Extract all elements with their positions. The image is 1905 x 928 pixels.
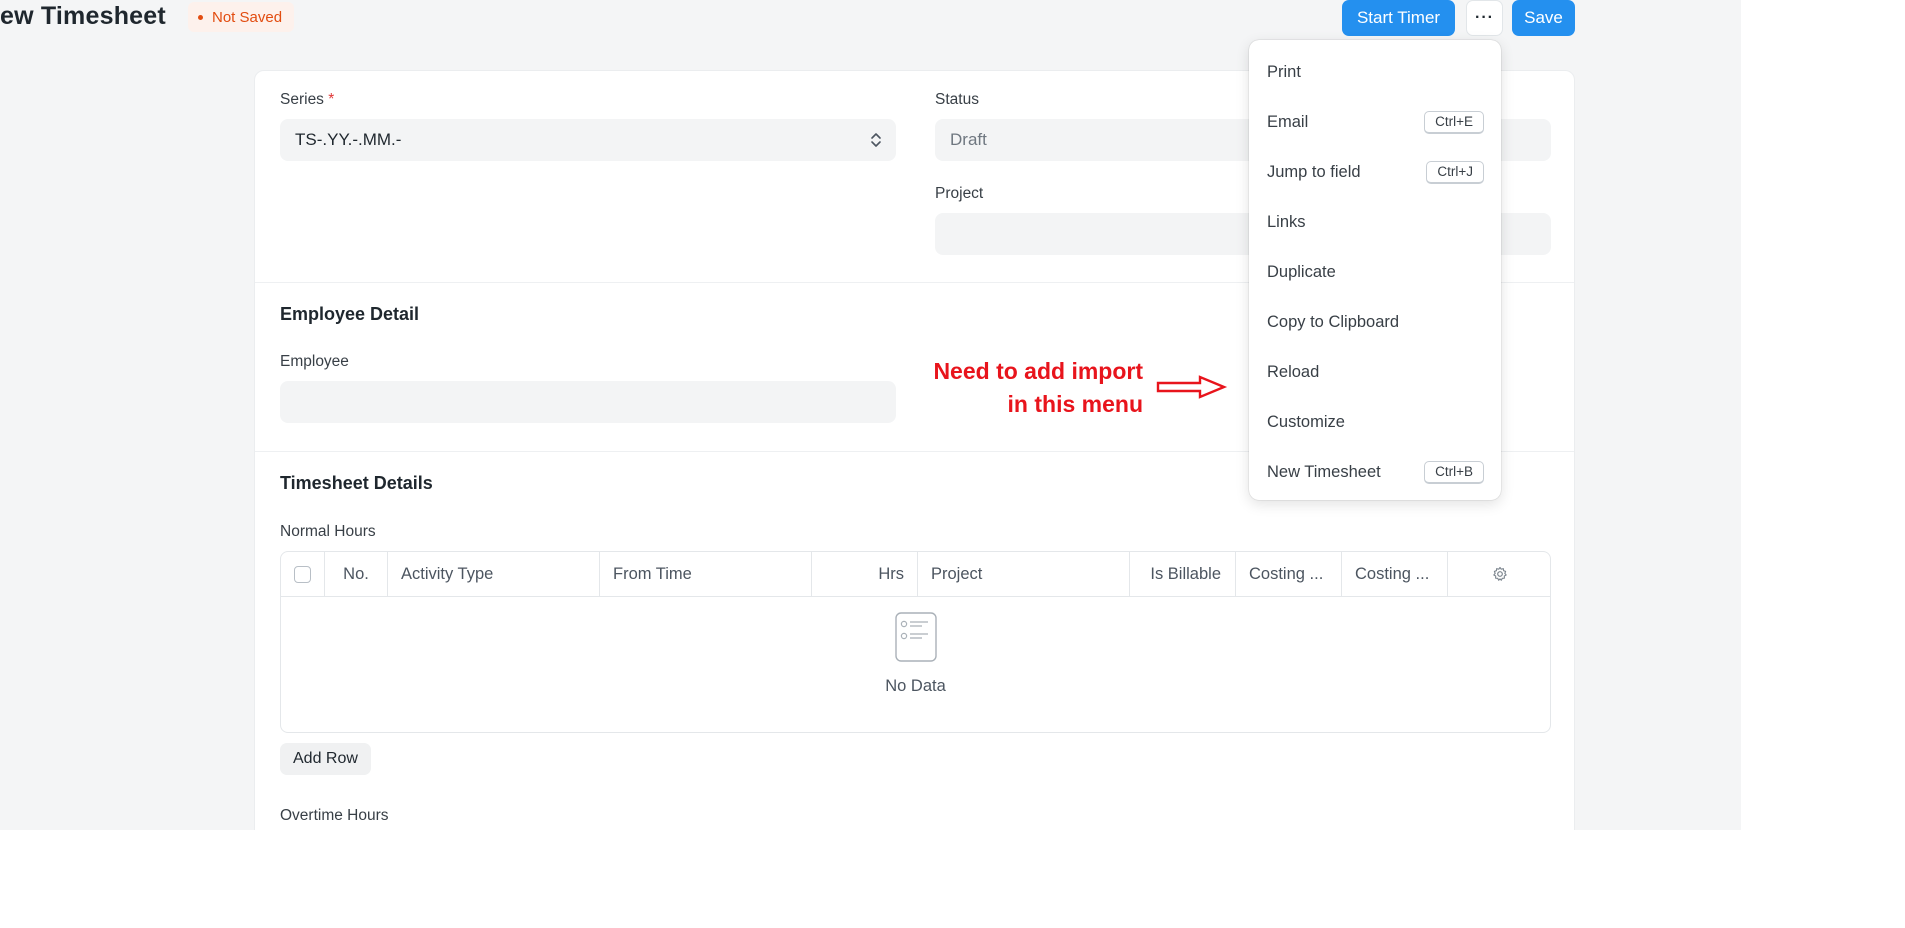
menu-item-reload[interactable]: Reload	[1249, 352, 1501, 392]
page-title: ew Timesheet	[0, 2, 166, 30]
column-header-activity-type: Activity Type	[401, 564, 494, 583]
menu-item-new-timesheet[interactable]: New Timesheet Ctrl+B	[1249, 452, 1501, 492]
column-header-hrs: Hrs	[878, 564, 904, 583]
gear-icon[interactable]	[1492, 566, 1508, 582]
annotation-line-1: Need to add import	[933, 358, 1143, 384]
menu-item-print[interactable]: Print	[1249, 52, 1501, 92]
annotation-note: Need to add import in this menu	[908, 355, 1143, 421]
menu-item-copy-to-clipboard[interactable]: Copy to Clipboard	[1249, 302, 1501, 342]
menu-item-label: Customize	[1267, 412, 1345, 431]
app-window: ew Timesheet Not Saved Start Timer ··· S…	[0, 0, 1741, 830]
menu-item-links[interactable]: Links	[1249, 202, 1501, 242]
status-value: Draft	[950, 130, 987, 149]
column-header-is-billable: Is Billable	[1150, 564, 1221, 583]
no-data-text: No Data	[885, 677, 946, 695]
add-row-button[interactable]: Add Row	[280, 743, 371, 775]
status-label: Status	[935, 91, 979, 108]
menu-item-label: Links	[1267, 212, 1306, 231]
menu-item-label: Jump to field	[1267, 162, 1361, 181]
menu-item-label: Copy to Clipboard	[1267, 312, 1400, 331]
series-value: TS-.YY.-.MM.-	[295, 130, 402, 149]
menu-item-label: Reload	[1267, 362, 1320, 381]
menu-item-email[interactable]: Email Ctrl+E	[1249, 102, 1501, 142]
normal-hours-table: No. Activity Type From Time Hrs Project …	[280, 551, 1551, 733]
project-label: Project	[935, 185, 984, 202]
more-actions-button[interactable]: ···	[1466, 0, 1503, 36]
more-actions-menu: Print Email Ctrl+E Jump to field Ctrl+J …	[1249, 40, 1501, 500]
series-select[interactable]: TS-.YY.-.MM.-	[280, 119, 896, 161]
save-button[interactable]: Save	[1512, 0, 1575, 36]
menu-item-label: Duplicate	[1267, 262, 1336, 281]
timesheet-section-title: Timesheet Details	[280, 473, 433, 493]
annotation-arrow-icon	[1156, 375, 1228, 399]
series-label: Series *	[280, 91, 335, 108]
overtime-hours-label: Overtime Hours	[280, 807, 389, 824]
menu-item-customize[interactable]: Customize	[1249, 402, 1501, 442]
shortcut-badge: Ctrl+J	[1426, 160, 1484, 184]
employee-section-title: Employee Detail	[280, 304, 420, 324]
column-header-from-time: From Time	[613, 564, 692, 583]
column-header-costing-2: Costing ...	[1355, 564, 1430, 583]
status-badge-label: Not Saved	[212, 8, 283, 26]
menu-item-duplicate[interactable]: Duplicate	[1249, 252, 1501, 292]
select-all-cell	[281, 552, 324, 596]
normal-hours-label: Normal Hours	[280, 523, 376, 540]
empty-state: No Data	[281, 612, 1550, 696]
employee-input[interactable]	[280, 381, 896, 423]
menu-item-label: Email	[1267, 112, 1309, 131]
select-arrows-icon	[871, 133, 881, 147]
menu-item-label: Print	[1267, 62, 1301, 81]
table-header: No. Activity Type From Time Hrs Project …	[281, 552, 1550, 597]
menu-item-jump-to-field[interactable]: Jump to field Ctrl+J	[1249, 152, 1501, 192]
annotation-line-2: in this menu	[1007, 391, 1143, 417]
column-header-no: No.	[343, 564, 369, 583]
ellipsis-icon: ···	[1475, 9, 1494, 26]
shortcut-badge: Ctrl+E	[1424, 110, 1484, 134]
status-dot-icon	[198, 14, 203, 20]
menu-item-label: New Timesheet	[1267, 462, 1381, 481]
empty-list-icon	[894, 612, 937, 662]
status-badge: Not Saved	[188, 2, 295, 32]
employee-label: Employee	[280, 353, 349, 370]
column-header-project: Project	[931, 564, 983, 583]
shortcut-badge: Ctrl+B	[1424, 460, 1484, 484]
select-all-checkbox[interactable]	[294, 565, 311, 583]
start-timer-button[interactable]: Start Timer	[1342, 0, 1455, 36]
column-settings-cell[interactable]	[1448, 552, 1550, 596]
column-header-costing-1: Costing ...	[1249, 564, 1324, 583]
